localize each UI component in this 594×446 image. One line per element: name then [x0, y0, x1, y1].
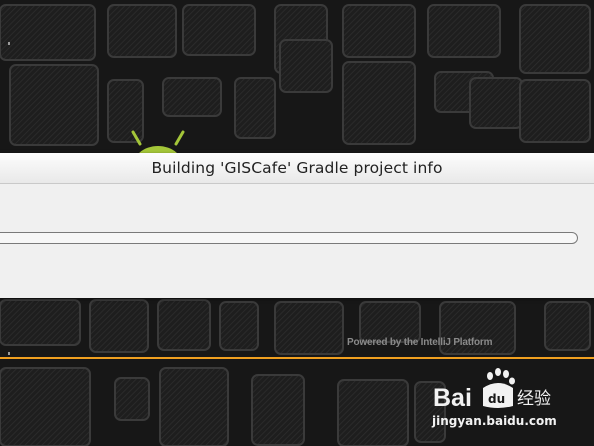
device-tile	[279, 39, 333, 93]
device-tile	[0, 299, 81, 346]
watermark-chinese: 经验	[517, 389, 551, 409]
watermark-url: jingyan.baidu.com	[432, 414, 557, 428]
device-tile	[89, 299, 149, 353]
device-tile	[0, 4, 96, 61]
device-tile	[182, 4, 256, 56]
device-tile	[342, 61, 416, 145]
device-tile	[159, 367, 229, 446]
device-tile	[274, 301, 344, 355]
progress-bar	[0, 232, 578, 244]
device-tile	[107, 4, 177, 58]
powered-by-label: Powered by the IntelliJ Platform	[347, 337, 493, 348]
device-tile	[234, 77, 276, 139]
device-tile	[162, 77, 222, 117]
device-tile	[469, 77, 523, 129]
device-tile	[251, 374, 305, 446]
device-tile	[359, 301, 421, 343]
accent-divider	[0, 357, 594, 359]
svg-text:du: du	[488, 392, 505, 406]
device-tile	[157, 299, 211, 351]
device-tile	[0, 367, 91, 446]
device-tile	[219, 301, 259, 351]
watermark-brand: Bai	[433, 384, 472, 412]
device-tile	[342, 4, 416, 58]
edge-tick	[8, 352, 10, 355]
edge-tick	[8, 42, 10, 45]
device-tile	[544, 301, 591, 351]
device-tile	[519, 4, 591, 74]
device-tile	[519, 79, 591, 143]
device-tile	[114, 377, 150, 421]
baidu-watermark: Bai du 经验 jingyan.baidu.com	[430, 362, 590, 434]
baidu-paw-icon: du	[483, 368, 515, 408]
dialog-title: Building 'GISCafe' Gradle project info	[0, 153, 594, 184]
build-progress-dialog: Building 'GISCafe' Gradle project info	[0, 153, 594, 298]
device-tile	[337, 379, 409, 446]
device-tile	[9, 64, 99, 146]
device-tile	[427, 4, 501, 58]
